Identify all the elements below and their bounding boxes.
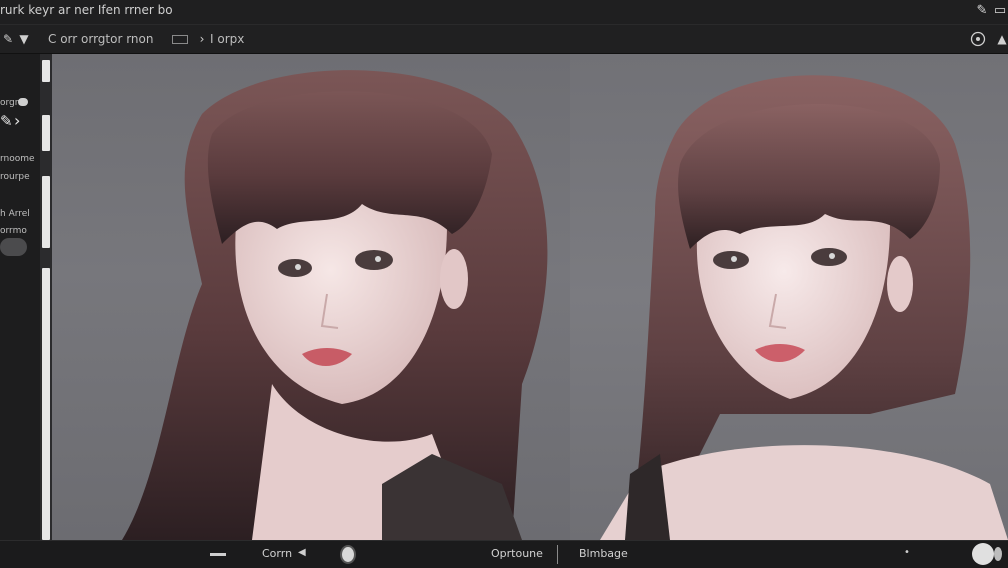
upload-icon[interactable]: ▲ xyxy=(994,31,1008,47)
record-button[interactable] xyxy=(340,545,356,564)
left-panel-item-3[interactable]: rourpe xyxy=(0,172,30,182)
play-back-icon[interactable]: ◀ xyxy=(298,547,306,558)
left-panel-item-4[interactable]: h Arrel xyxy=(0,209,30,219)
bottom-label-right[interactable]: Blmbage xyxy=(579,547,628,560)
toggle-icon[interactable] xyxy=(994,547,1002,561)
window-title: rurk keyr ar ner Ifen rrner bo xyxy=(0,3,173,17)
left-panel-item-2[interactable]: rnoome xyxy=(0,154,35,164)
layer-segment[interactable] xyxy=(42,176,50,248)
pen-icon[interactable]: ✎ xyxy=(974,3,990,19)
chevron-right-icon[interactable]: › xyxy=(14,111,20,130)
title-bar: rurk keyr ar ner Ifen rrner bo ✎ ▭ xyxy=(0,0,1008,25)
minimize-icon[interactable] xyxy=(210,553,226,556)
image-canvas-left[interactable] xyxy=(52,54,570,540)
pen-tool-icon[interactable]: ✎ xyxy=(0,31,16,47)
left-panel: orgne ✎ › rnoome rourpe h Arrel orrmo xyxy=(0,54,40,540)
bottom-bar: Corrn ◀ Oprtoune Blmbage • xyxy=(0,540,1008,568)
divider xyxy=(557,545,558,564)
layer-segment[interactable] xyxy=(42,268,50,540)
bottom-label-center[interactable]: Oprtoune xyxy=(491,547,543,560)
pen-tool-icon[interactable]: ✎ xyxy=(0,112,13,130)
info-icon[interactable] xyxy=(969,30,987,48)
toolbar: ✎ ▼ C orr orrgtor rnon › I orpx ▲ xyxy=(0,25,1008,54)
left-panel-item-5[interactable]: orrmo xyxy=(0,226,27,236)
avatar[interactable] xyxy=(972,543,994,565)
layer-segment[interactable] xyxy=(42,115,50,151)
toggle-indicator[interactable] xyxy=(18,98,28,106)
portrait-image xyxy=(600,75,1008,540)
toolbar-label-right[interactable]: I orpx xyxy=(210,32,244,46)
layer-segment[interactable] xyxy=(42,60,50,82)
bottom-label-left[interactable]: Corrn xyxy=(262,547,292,560)
window-menu-icon[interactable]: ▭ xyxy=(992,3,1008,19)
chevron-down-icon[interactable]: ▼ xyxy=(16,31,32,47)
dot-icon[interactable]: • xyxy=(904,547,910,558)
image-canvas-right[interactable] xyxy=(570,54,1008,540)
portrait-image xyxy=(122,70,548,540)
toggle-pill[interactable] xyxy=(0,238,27,256)
chevron-right-icon[interactable]: › xyxy=(194,31,210,47)
toolbar-label-left[interactable]: C orr orrgtor rnon xyxy=(48,32,153,46)
frame-icon[interactable] xyxy=(172,35,188,44)
